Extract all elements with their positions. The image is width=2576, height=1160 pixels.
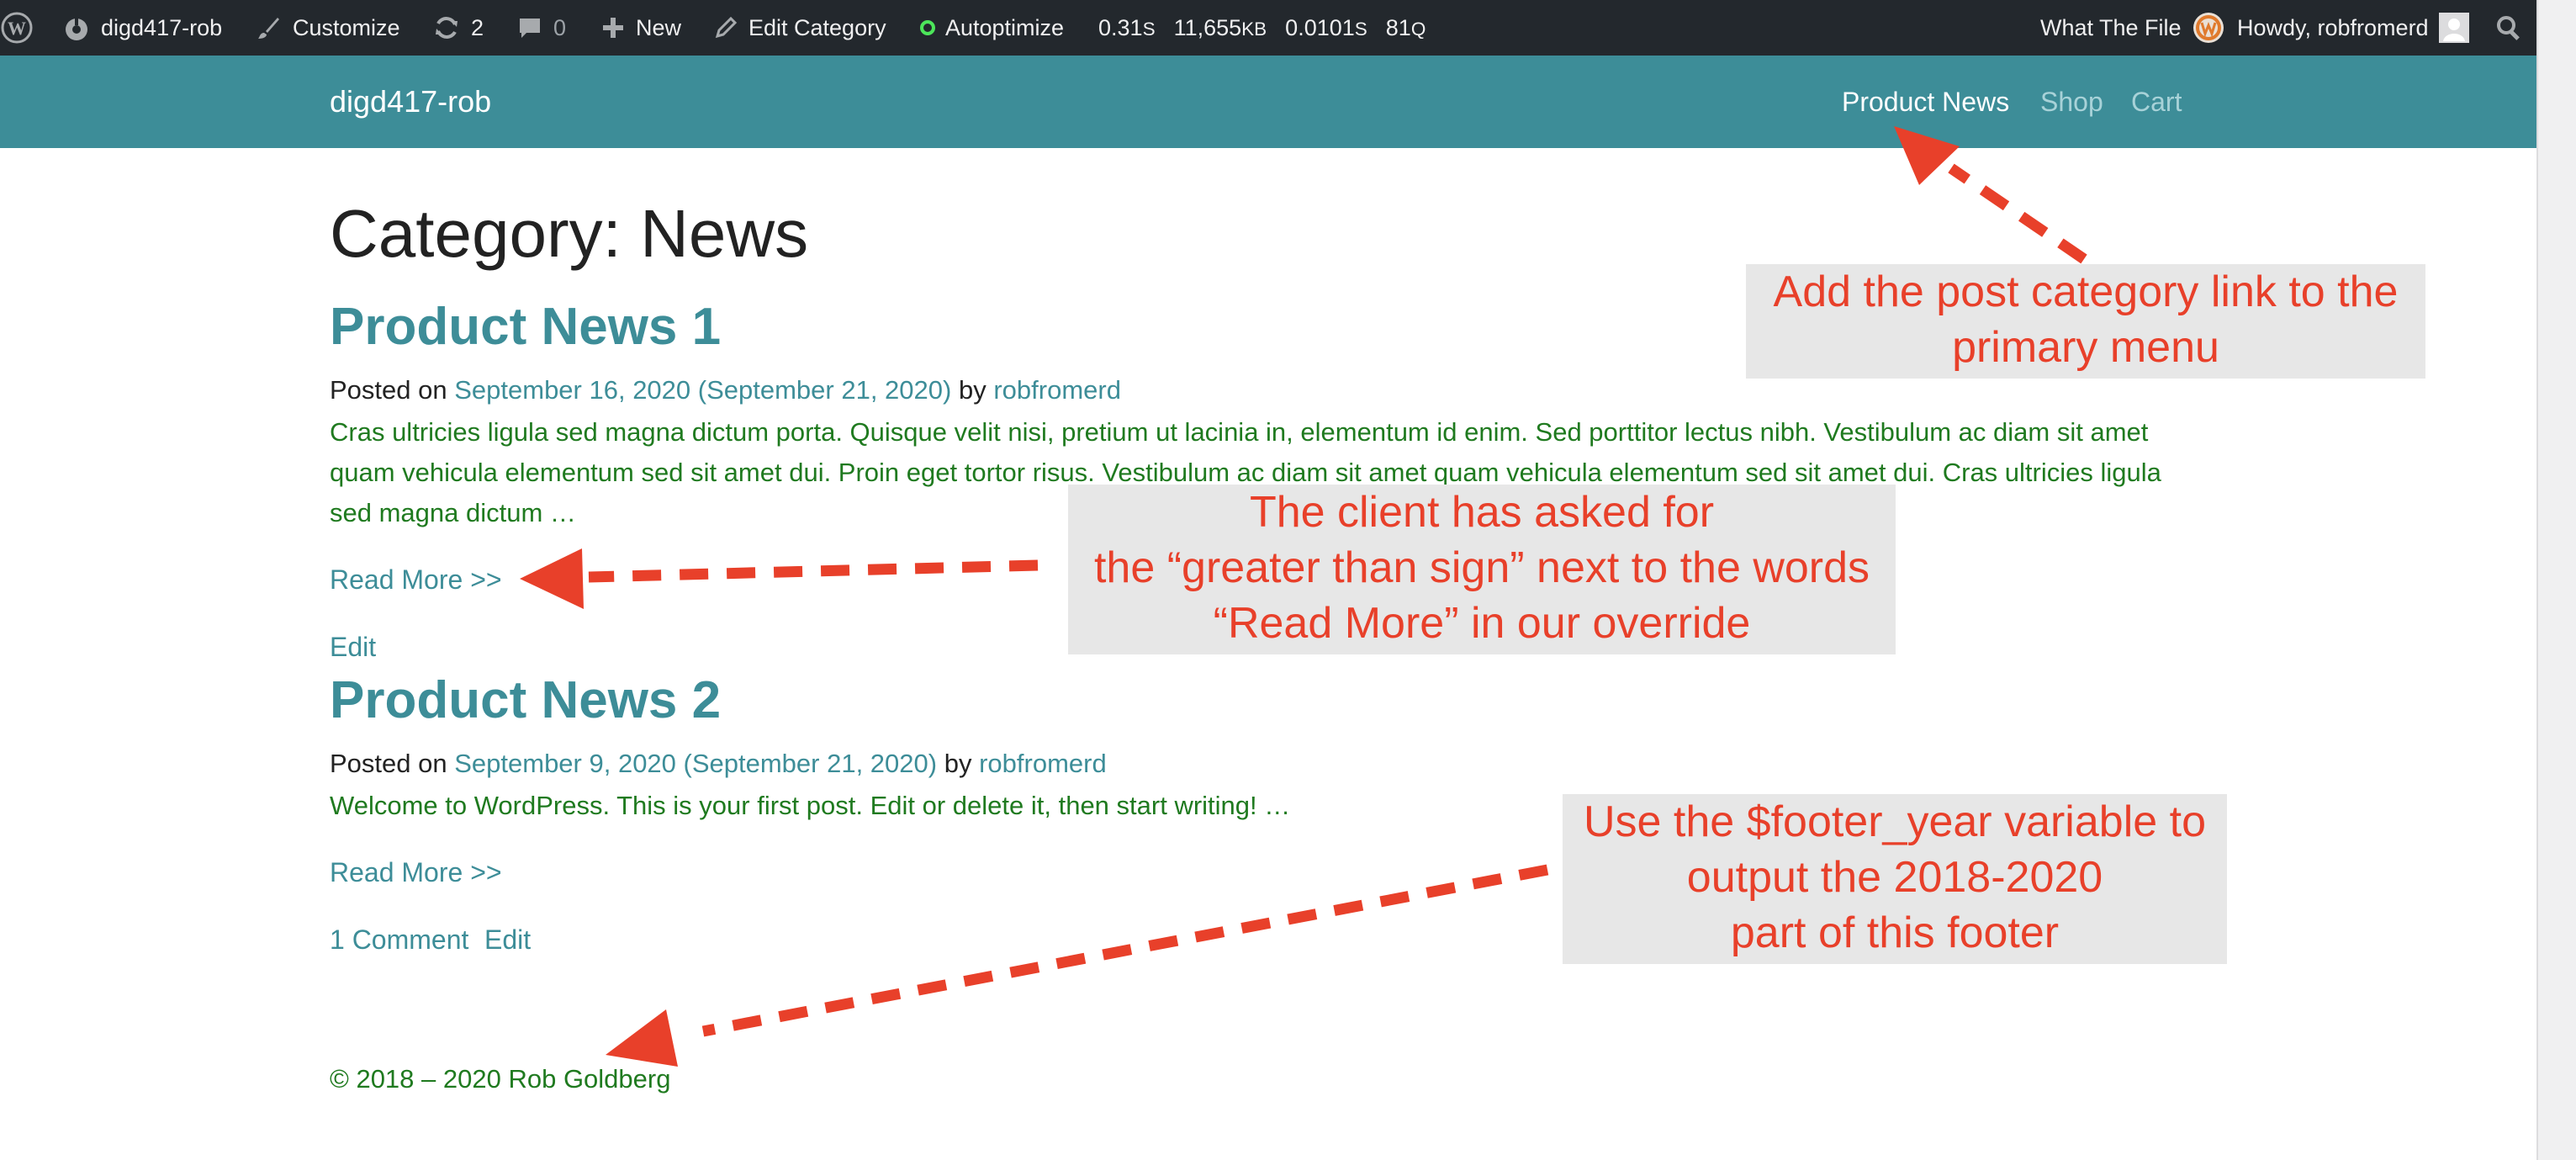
annotation-line: part of this footer — [1730, 908, 2060, 957]
annotation-note-readmore: The client has asked for the “greater th… — [1068, 485, 1896, 654]
annotation-line: The client has asked for — [1249, 488, 1715, 537]
annotation-line: primary menu — [1952, 323, 2219, 372]
arrowhead-footer — [606, 1009, 678, 1067]
annotation-line: the “greater than sign” next to the word… — [1093, 543, 1870, 592]
annotation-arrow-readmore — [588, 559, 1039, 583]
annotation-arrow-footer — [701, 864, 1549, 1037]
annotation-note-menu: Add the post category link to the primar… — [1746, 264, 2425, 379]
annotation-note-footer: Use the $footer_year variable to output … — [1563, 794, 2227, 964]
annotation-arrow-menu — [1948, 163, 2087, 264]
annotation-line: output the 2018-2020 — [1686, 853, 2103, 902]
arrowhead-menu — [1894, 126, 1960, 185]
annotation-line: Add the post category link to the — [1773, 267, 2399, 316]
annotation-line: “Read More” in our override — [1213, 599, 1751, 648]
annotation-line: Use the $footer_year variable to — [1584, 797, 2206, 846]
arrowhead-readmore — [520, 548, 584, 609]
